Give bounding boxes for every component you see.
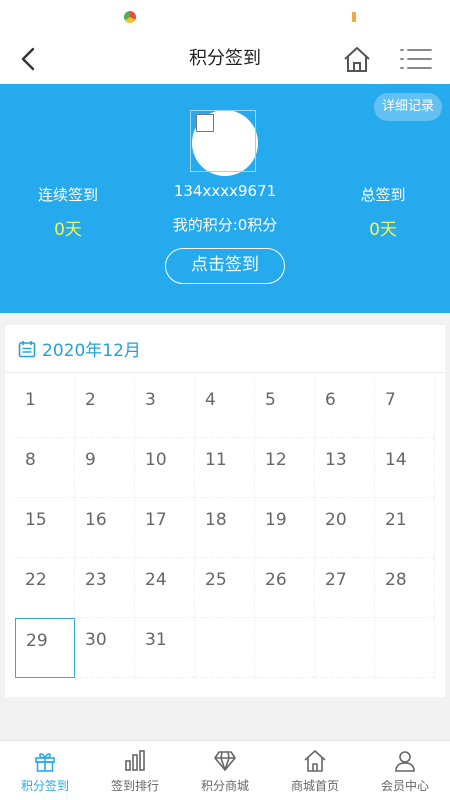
gift-icon bbox=[32, 748, 58, 774]
calendar-day[interactable]: 8 bbox=[15, 438, 75, 498]
calendar-day[interactable]: 6 bbox=[315, 378, 375, 438]
calendar-day[interactable]: 4 bbox=[195, 378, 255, 438]
page-title: 积分签到 bbox=[189, 48, 261, 69]
home-icon bbox=[302, 748, 328, 774]
calendar-day[interactable]: 21 bbox=[375, 498, 435, 558]
calendar-header: 2020年12月 bbox=[5, 325, 445, 373]
calendar-day[interactable]: 2 bbox=[75, 378, 135, 438]
tab-mall-home[interactable]: 商城首页 bbox=[270, 741, 360, 800]
home-icon bbox=[344, 47, 370, 72]
calendar-day[interactable]: 22 bbox=[15, 558, 75, 618]
calendar-day[interactable]: 23 bbox=[75, 558, 135, 618]
calendar-empty-cell bbox=[375, 618, 435, 678]
bar-chart-icon bbox=[122, 748, 148, 774]
total-label: 总签到 bbox=[360, 186, 406, 204]
calendar-day[interactable]: 25 bbox=[195, 558, 255, 618]
calendar-day[interactable]: 24 bbox=[135, 558, 195, 618]
calendar-day[interactable]: 18 bbox=[195, 498, 255, 558]
checkin-summary-panel: 详细记录 连续签到 0天 134xxxx9671 我的积分:0积分 总签到 0天… bbox=[0, 84, 450, 313]
tab-checkin[interactable]: 积分签到 bbox=[0, 741, 90, 800]
tab-label: 签到排行 bbox=[110, 779, 159, 793]
tab-label: 商城首页 bbox=[290, 779, 339, 793]
total-stat: 总签到 0天 bbox=[333, 184, 433, 240]
calendar-day[interactable]: 1 bbox=[15, 378, 75, 438]
user-icon bbox=[392, 748, 418, 774]
calendar-day[interactable]: 9 bbox=[75, 438, 135, 498]
tab-label: 积分商城 bbox=[200, 779, 249, 793]
tab-member-center[interactable]: 会员中心 bbox=[360, 741, 450, 800]
calendar-day[interactable]: 10 bbox=[135, 438, 195, 498]
user-phone: 134xxxx9671 bbox=[173, 182, 277, 200]
calendar-day[interactable]: 11 bbox=[195, 438, 255, 498]
tab-bar: 积分签到 签到排行 积分商城 商城首页 会员中心 bbox=[0, 740, 450, 800]
calendar-day[interactable]: 17 bbox=[135, 498, 195, 558]
tab-points-mall[interactable]: 积分商城 bbox=[180, 741, 270, 800]
user-points: 我的积分:0积分 bbox=[172, 216, 278, 234]
calendar-day[interactable]: 12 bbox=[255, 438, 315, 498]
avatar-container bbox=[190, 110, 258, 176]
calendar-day[interactable]: 5 bbox=[255, 378, 315, 438]
calendar-icon bbox=[18, 340, 36, 357]
calendar: 2020年12月 1 2 3 4 5 6 7 8 9 10 11 12 13 14 15 16 17 18 19 20… bbox=[5, 325, 445, 697]
streak-stat: 连续签到 0天 bbox=[18, 184, 118, 240]
calendar-month: 2020年12月 bbox=[42, 341, 141, 361]
calendar-day[interactable]: 7 bbox=[375, 378, 435, 438]
calendar-day[interactable]: 3 bbox=[135, 378, 195, 438]
menu-icon bbox=[400, 49, 432, 69]
diamond-icon bbox=[212, 748, 238, 774]
calendar-day[interactable]: 27 bbox=[315, 558, 375, 618]
chevron-left-icon bbox=[21, 47, 35, 71]
status-bar bbox=[0, 0, 450, 34]
home-button[interactable] bbox=[338, 40, 376, 78]
status-indicator bbox=[352, 12, 356, 22]
detail-records-button[interactable]: 详细记录 bbox=[373, 93, 442, 121]
calendar-day[interactable]: 19 bbox=[255, 498, 315, 558]
tab-label: 会员中心 bbox=[380, 779, 429, 793]
total-value: 0天 bbox=[369, 220, 397, 240]
tab-label: 积分签到 bbox=[20, 779, 69, 793]
streak-value: 0天 bbox=[54, 220, 82, 240]
calendar-empty-cell bbox=[255, 618, 315, 678]
status-app-icon bbox=[124, 11, 136, 23]
calendar-day[interactable]: 14 bbox=[375, 438, 435, 498]
back-button[interactable] bbox=[8, 40, 48, 78]
streak-label: 连续签到 bbox=[37, 186, 98, 204]
menu-button[interactable] bbox=[395, 40, 437, 78]
calendar-day[interactable]: 13 bbox=[315, 438, 375, 498]
calendar-day[interactable]: 20 bbox=[315, 498, 375, 558]
calendar-empty-cell bbox=[315, 618, 375, 678]
tab-ranking[interactable]: 签到排行 bbox=[90, 741, 180, 800]
nav-bar: 积分签到 bbox=[0, 34, 450, 84]
calendar-day[interactable]: 30 bbox=[75, 618, 135, 678]
calendar-empty-cell bbox=[195, 618, 255, 678]
calendar-day-today[interactable]: 29 bbox=[15, 618, 75, 678]
calendar-day[interactable]: 31 bbox=[135, 618, 195, 678]
checkin-button[interactable]: 点击签到 bbox=[165, 248, 285, 284]
calendar-day[interactable]: 26 bbox=[255, 558, 315, 618]
broken-image-icon bbox=[196, 114, 214, 132]
calendar-day[interactable]: 15 bbox=[15, 498, 75, 558]
calendar-day[interactable]: 28 bbox=[375, 558, 435, 618]
calendar-day[interactable]: 16 bbox=[75, 498, 135, 558]
